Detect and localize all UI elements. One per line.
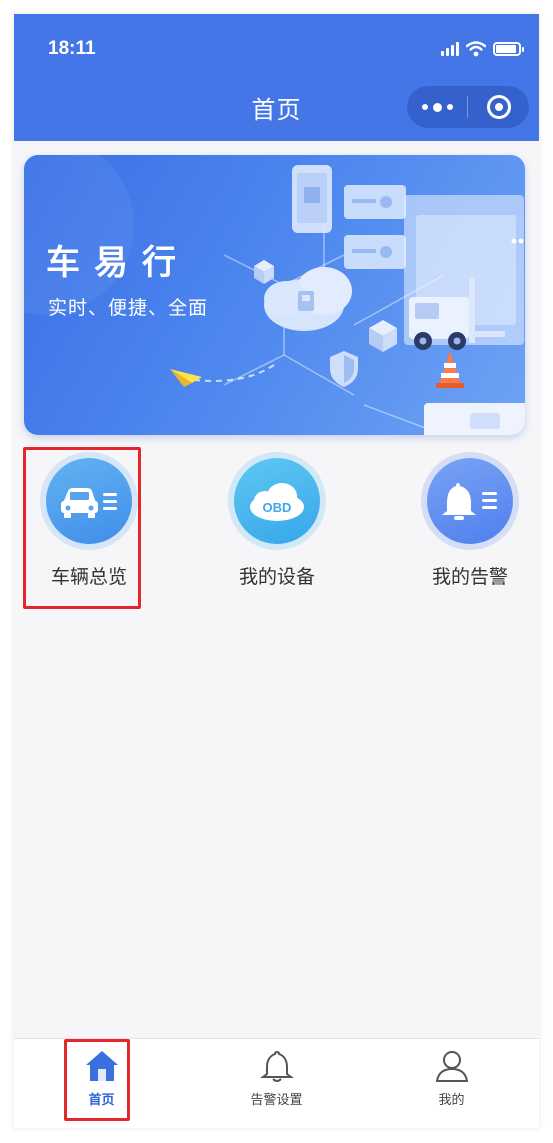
obd-text: OBD (263, 500, 292, 515)
feature-label: 车辆总览 (50, 566, 127, 588)
status-time: 18:11 (48, 38, 96, 59)
feature-label: 我的告警 (431, 566, 508, 588)
car-list-icon (46, 458, 132, 544)
feature-my-alarms[interactable]: 我的告警 (395, 452, 539, 602)
app-header: 18:11 首页 (14, 14, 539, 141)
feature-my-devices[interactable]: OBD 我的设备 (202, 452, 352, 602)
tab-label: 首页 (88, 1093, 115, 1108)
bell-icon (259, 1050, 294, 1082)
wifi-icon (466, 41, 486, 57)
bell-list-icon (427, 458, 513, 544)
bottom-tab-bar: 首页 告警设置 我的 (14, 1038, 539, 1128)
feature-vehicle-overview[interactable]: 车辆总览 (14, 452, 164, 602)
tab-label: 告警设置 (250, 1093, 303, 1108)
banner-subtitle: 实时、便捷、全面 (48, 297, 209, 319)
more-menu-button[interactable] (407, 86, 467, 128)
tab-home[interactable]: 首页 (14, 1039, 189, 1128)
obd-cloud-icon: OBD (234, 458, 320, 544)
tab-me[interactable]: 我的 (364, 1039, 539, 1128)
feature-label: 我的设备 (238, 566, 315, 588)
miniprogram-capsule (407, 86, 529, 128)
phone-screen: 18:11 首页 车易行 实时、便捷、全面 车辆总览 OBD 我的设备 我的告警… (14, 14, 539, 1128)
close-miniprogram-button[interactable] (468, 86, 529, 128)
user-icon (435, 1051, 468, 1082)
battery-icon (493, 42, 524, 56)
home-icon (85, 1051, 118, 1081)
banner-title: 车易行 (46, 243, 190, 283)
status-icons (441, 40, 524, 58)
tab-label: 我的 (438, 1093, 465, 1108)
signal-icon (441, 42, 459, 56)
hero-banner[interactable]: 车易行 实时、便捷、全面 (24, 155, 525, 435)
tab-alarm-settings[interactable]: 告警设置 (189, 1039, 364, 1128)
